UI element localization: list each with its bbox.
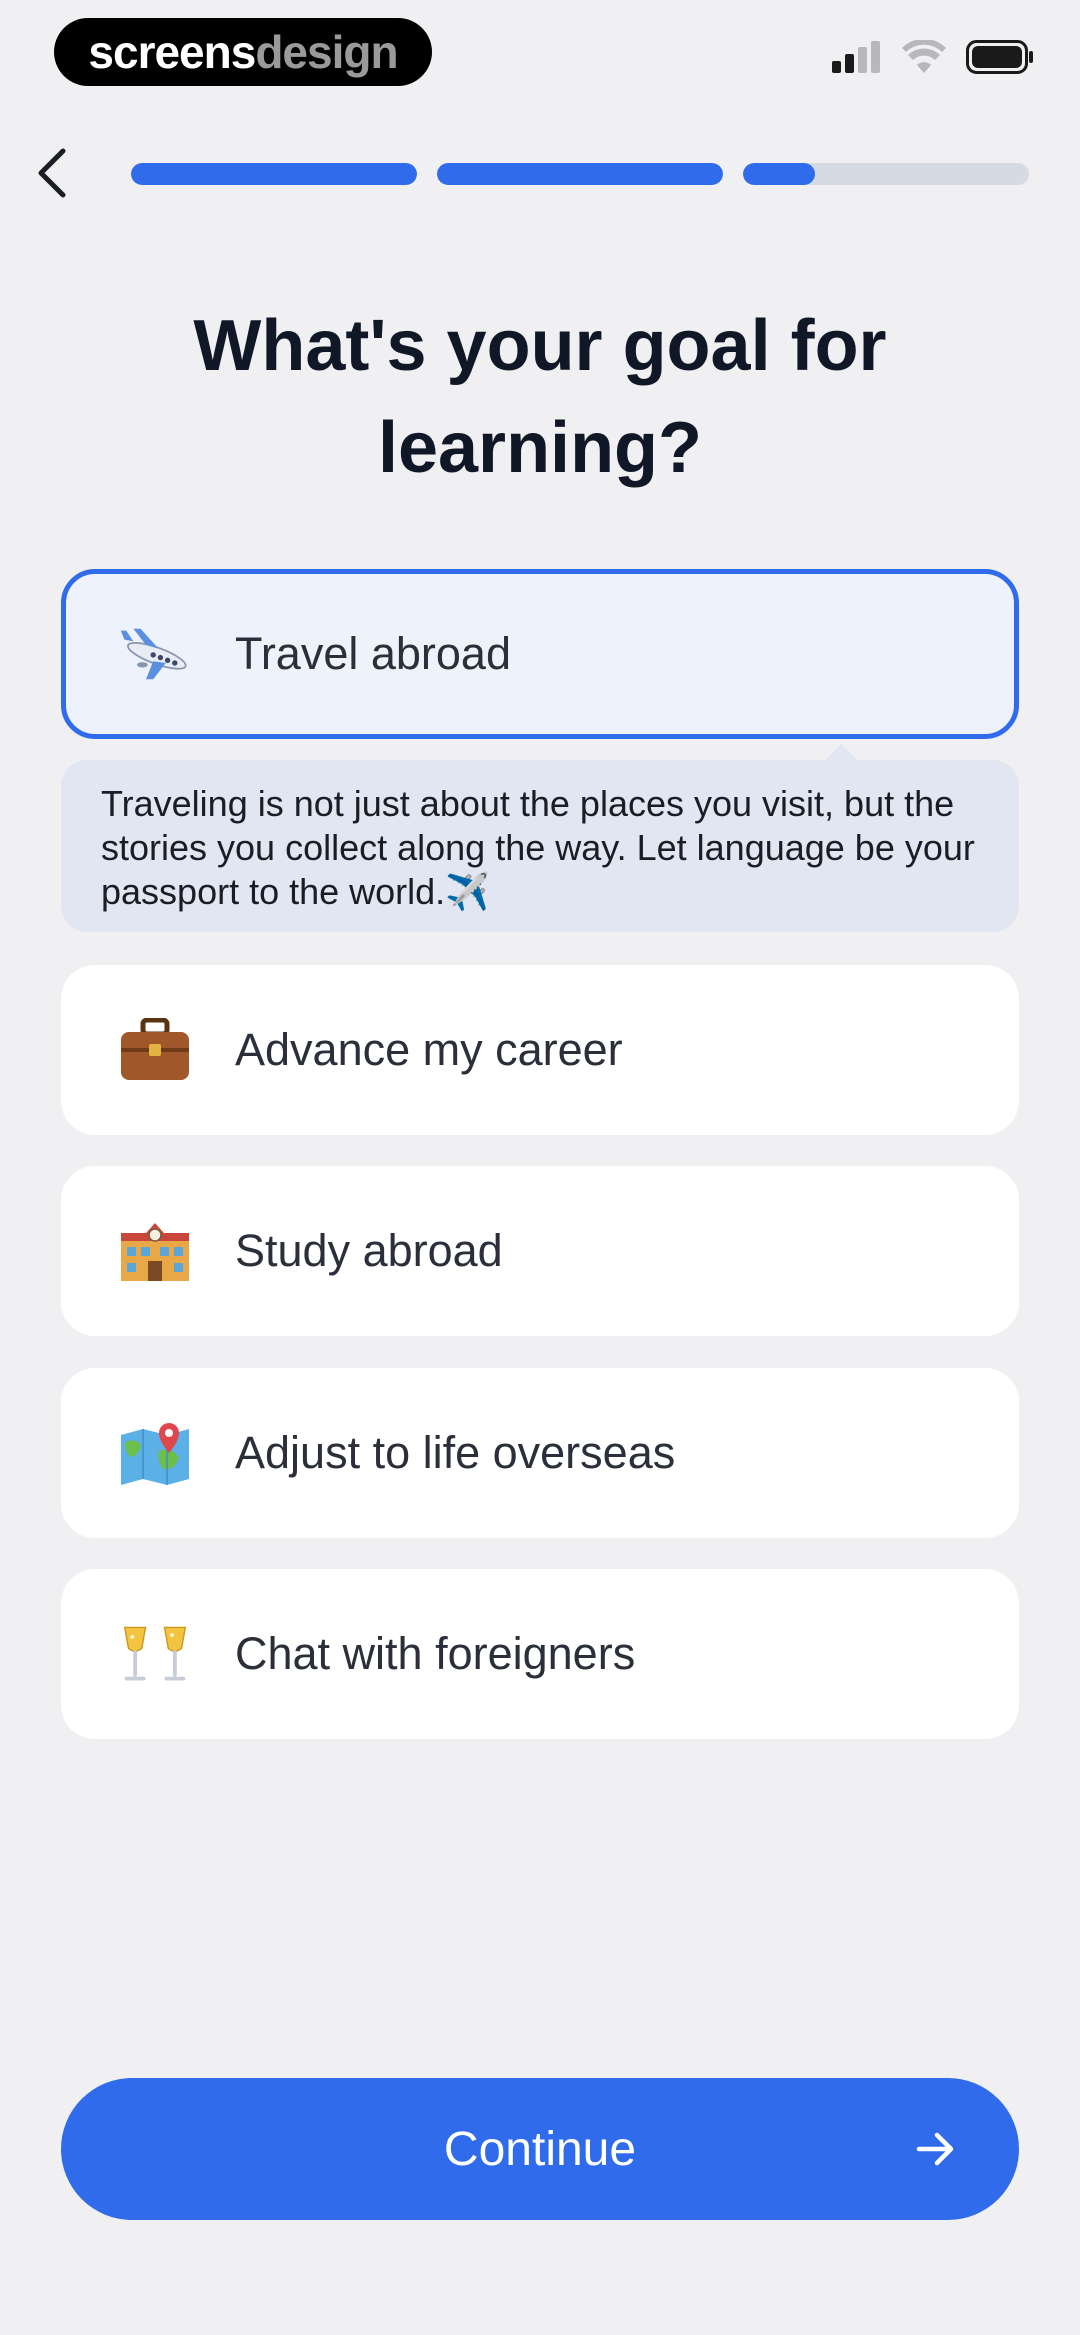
airplane-icon (119, 618, 191, 690)
app-screen: screens design What's your goal for lear… (0, 0, 1080, 2335)
tip-pointer (823, 744, 859, 762)
continue-button[interactable]: Continue (61, 2078, 1019, 2220)
option-advance-career[interactable]: Advance my career (61, 965, 1019, 1135)
option-label: Chat with foreigners (235, 1628, 636, 1679)
option-travel-abroad[interactable]: Travel abroad (61, 569, 1019, 739)
brand-logo: screens design (54, 18, 432, 86)
school-icon (119, 1215, 191, 1287)
status-icons (832, 40, 1034, 74)
progress-bar (131, 163, 1029, 185)
progress-segment-1 (131, 163, 417, 185)
progress-segment-3 (743, 163, 1029, 185)
progress-segment-2 (437, 163, 723, 185)
back-button[interactable] (22, 138, 82, 208)
continue-label: Continue (443, 2122, 637, 2176)
option-study-abroad[interactable]: Study abroad (61, 1166, 1019, 1336)
option-label: Study abroad (235, 1225, 503, 1276)
world-map-icon (119, 1417, 191, 1489)
option-label: Travel abroad (235, 628, 511, 679)
progress-fill (743, 163, 815, 185)
option-chat-foreigners[interactable]: Chat with foreigners (61, 1569, 1019, 1739)
brand-text-design: design (255, 26, 398, 78)
cellular-signal-icon (832, 41, 880, 73)
option-label: Adjust to life overseas (235, 1427, 676, 1478)
tip-text: Traveling is not just about the places y… (101, 783, 975, 912)
goal-tip-bubble: Traveling is not just about the places y… (61, 744, 1019, 932)
champagne-glasses-icon (119, 1618, 191, 1690)
option-adjust-life-overseas[interactable]: Adjust to life overseas (61, 1368, 1019, 1538)
page-title: What's your goal for learning? (193, 306, 887, 488)
brand-text-screens: screens (88, 26, 256, 78)
briefcase-icon (119, 1014, 191, 1086)
wifi-icon (902, 40, 946, 73)
arrow-right-icon (916, 2132, 954, 2166)
progress-fill (437, 163, 723, 185)
chevron-left-icon (38, 148, 66, 198)
battery-icon (966, 40, 1033, 74)
status-bar: screens design (0, 0, 1080, 110)
option-label: Advance my career (235, 1024, 623, 1075)
progress-fill (131, 163, 417, 185)
